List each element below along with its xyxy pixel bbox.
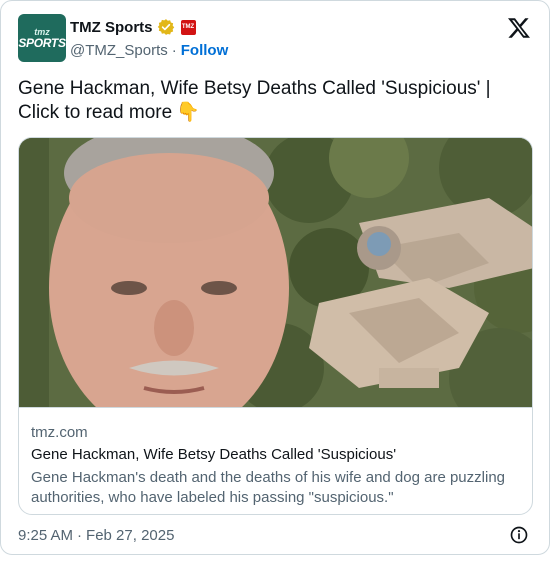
tweet-date: Feb 27, 2025 xyxy=(86,527,175,544)
tweet-text: Gene Hackman, Wife Betsy Deaths Called '… xyxy=(18,77,533,125)
handle-separator: · xyxy=(171,42,177,59)
follow-button[interactable]: Follow xyxy=(181,42,229,59)
timestamp-separator: · xyxy=(77,527,83,544)
link-description: Gene Hackman's death and the deaths of h… xyxy=(31,469,506,506)
affiliate-badge-icon[interactable]: TMZ xyxy=(180,19,196,35)
link-domain: tmz.com xyxy=(31,424,88,441)
link-preview-card[interactable]: tmz.com Gene Hackman, Wife Betsy Deaths … xyxy=(18,137,533,515)
author-display-name[interactable]: TMZ Sports xyxy=(70,19,153,36)
article-image[interactable] xyxy=(19,138,532,407)
link-preview-meta[interactable]: tmz.com Gene Hackman, Wife Betsy Deaths … xyxy=(19,407,532,514)
avatar-label-top: tmz xyxy=(34,26,50,37)
author-handle-row: @TMZ_Sports · Follow xyxy=(70,42,228,59)
avatar-label-main: SPORTS xyxy=(18,35,66,50)
pointing-down-emoji: 👇 xyxy=(176,102,200,123)
tweet-time: 9:25 AM xyxy=(18,527,74,544)
tweet-embed-card: tmz SPORTS TMZ Sports TMZ @TMZ_Sports · … xyxy=(0,0,550,555)
tweet-body: Gene Hackman, Wife Betsy Deaths Called '… xyxy=(18,78,491,123)
verified-badge-icon xyxy=(157,19,174,35)
author-handle[interactable]: @TMZ_Sports xyxy=(70,42,168,59)
article-image-illustration xyxy=(19,138,532,407)
tweet-timestamp[interactable]: 9:25 AM · Feb 27, 2025 xyxy=(18,527,174,544)
info-icon[interactable] xyxy=(509,525,529,545)
x-logo-icon[interactable] xyxy=(507,16,531,40)
link-title: Gene Hackman, Wife Betsy Deaths Called '… xyxy=(31,446,397,463)
author-name-row: TMZ Sports TMZ xyxy=(70,18,196,36)
avatar[interactable]: tmz SPORTS xyxy=(18,14,66,62)
